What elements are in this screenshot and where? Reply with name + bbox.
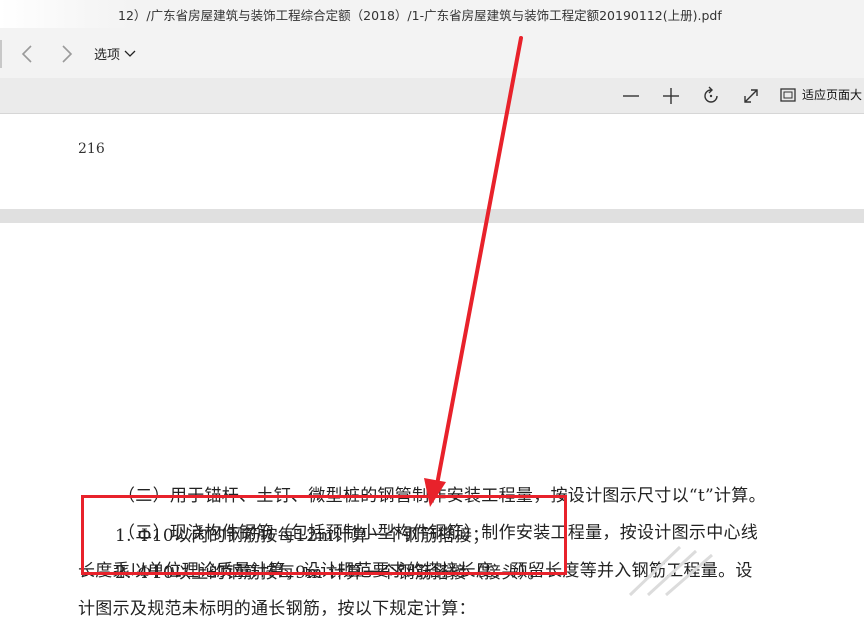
options-label: 选项 [94, 48, 121, 63]
list-item: 2. Φ10以上的钢筋按每9m 计算一个钢筋搭接（接头）。 [115, 563, 545, 583]
options-menu[interactable]: 选项 [94, 44, 136, 63]
page-gap [0, 209, 864, 223]
list-item: 1. Φ10以内的钢筋按每12m计算一个钢筋搭接； [115, 526, 490, 546]
fit-page-label: 适应页面大 [802, 88, 863, 102]
fit-page-button[interactable]: 适应页面大 [780, 86, 862, 103]
forward-button[interactable] [54, 41, 80, 67]
chevron-right-icon [62, 45, 73, 63]
page-number: 216 [78, 141, 105, 157]
title-bar: 12）/广东省房屋建筑与装饰工程综合定额（2018）/1-广东省房屋建筑与装饰工… [0, 0, 864, 28]
minus-icon [623, 95, 639, 97]
plus-icon [663, 88, 679, 104]
window-title: 12）/广东省房屋建筑与装饰工程综合定额（2018）/1-广东省房屋建筑与装饰工… [118, 8, 722, 23]
fullscreen-button[interactable] [737, 82, 765, 110]
nav-divider [0, 40, 2, 68]
viewer-toolbar: 适应页面大 [0, 78, 864, 114]
zoom-out-button[interactable] [617, 82, 645, 110]
paragraph-line: 计图示及规范未标明的通长钢筋，按以下规定计算： [78, 599, 476, 619]
expand-icon [744, 89, 758, 103]
zoom-in-button[interactable] [657, 82, 685, 110]
pdf-page-previous: 216 [0, 114, 864, 209]
rotate-button[interactable] [697, 82, 725, 110]
back-button[interactable] [14, 41, 40, 67]
fit-page-icon [780, 87, 796, 102]
rotate-icon [704, 86, 718, 103]
title-blur [0, 0, 130, 28]
nav-bar: 选项 [0, 28, 864, 78]
chevron-down-icon [124, 50, 136, 57]
paragraph-line: （二）用于锚杆、土钉、微型桩的钢管制作安装工程量，按设计图示尺寸以“t”计算。 [118, 486, 766, 506]
chevron-left-icon [21, 45, 32, 63]
